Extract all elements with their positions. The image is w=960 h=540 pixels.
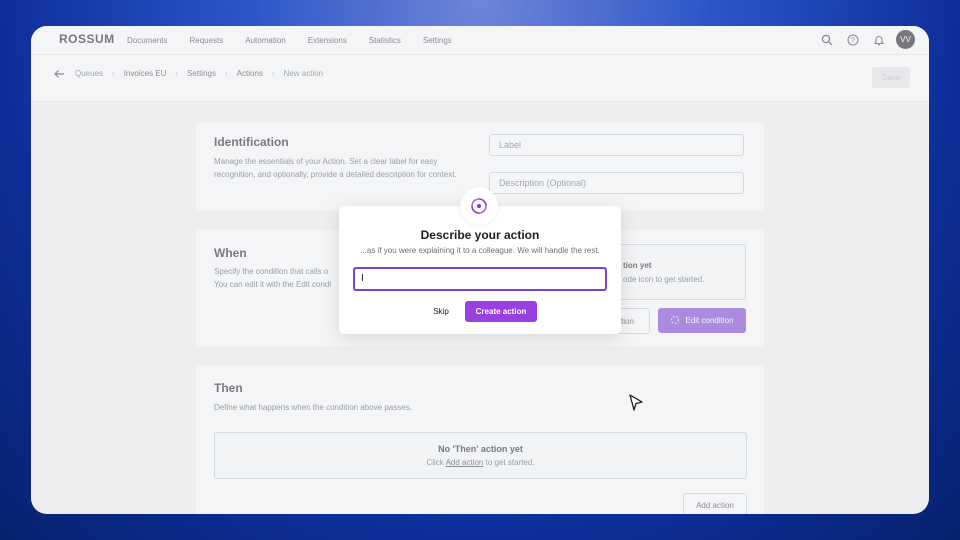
dialog-title: Describe your action: [420, 228, 540, 242]
action-description-input[interactable]: I: [353, 267, 607, 291]
mouse-cursor-icon: [629, 394, 643, 417]
skip-button[interactable]: Skip: [424, 301, 458, 322]
create-action-button[interactable]: Create action: [465, 301, 537, 322]
dialog-subtitle: ...as if you were explaining it to a col…: [360, 246, 600, 255]
ai-sparkle-icon: [471, 198, 487, 214]
describe-action-dialog: Describe your action ...as if you were e…: [339, 187, 621, 334]
ai-badge: [460, 187, 498, 225]
app-window: ROSSUM Documents Requests Automation Ext…: [31, 26, 929, 514]
